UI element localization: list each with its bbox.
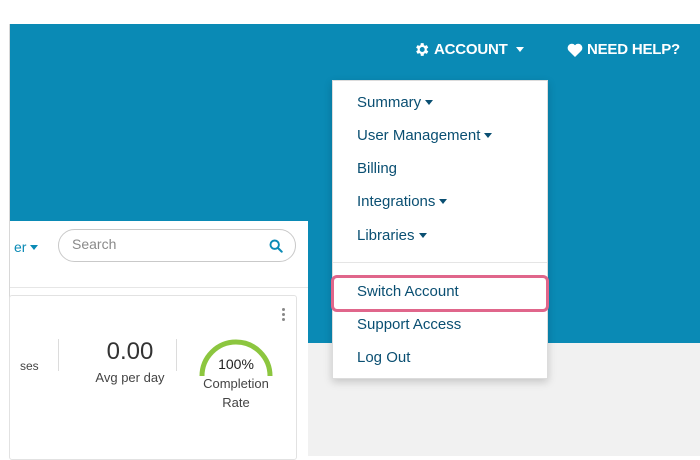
need-help-label: NEED HELP? xyxy=(587,41,681,58)
search-box[interactable] xyxy=(58,229,296,262)
menu-item-label: Support Access xyxy=(357,316,462,333)
heart-icon xyxy=(567,43,583,57)
menu-item-log-out[interactable]: Log Out xyxy=(357,349,410,366)
account-dropdown-menu: Summary User Management Billing Integrat… xyxy=(332,80,548,379)
search-icon[interactable] xyxy=(269,239,283,253)
more-options-icon[interactable] xyxy=(282,308,286,323)
menu-item-label: User Management xyxy=(357,127,481,144)
menu-item-label: Integrations xyxy=(357,193,436,210)
avg-per-day-label: Avg per day xyxy=(95,370,165,385)
menu-item-label: Billing xyxy=(357,160,398,177)
search-input[interactable] xyxy=(72,236,252,252)
menu-item-label: Log Out xyxy=(357,349,411,366)
divider xyxy=(58,339,59,371)
switch-account-highlight xyxy=(331,275,549,312)
divider xyxy=(10,287,308,288)
menu-item-label: Libraries xyxy=(357,227,415,244)
menu-item-support-access[interactable]: Support Access xyxy=(357,316,461,333)
avg-per-day-value: 0.00 xyxy=(106,338,154,365)
chevron-down-icon xyxy=(515,47,524,52)
need-help-link[interactable]: NEED HELP? xyxy=(567,41,680,58)
chevron-down-icon xyxy=(484,133,493,138)
divider xyxy=(176,339,177,371)
chevron-down-icon xyxy=(30,244,39,250)
chevron-down-icon xyxy=(425,100,434,105)
chevron-down-icon xyxy=(439,199,448,204)
menu-item-summary[interactable]: Summary xyxy=(357,94,434,111)
responses-label: ses xyxy=(20,359,39,373)
menu-item-user-management[interactable]: User Management xyxy=(357,127,493,144)
menu-item-integrations[interactable]: Integrations xyxy=(357,193,448,210)
completion-rate-value: 100% xyxy=(218,356,254,372)
filter-dropdown-label: er xyxy=(14,239,27,255)
menu-item-billing[interactable]: Billing xyxy=(357,160,397,177)
account-label: ACCOUNT xyxy=(434,41,508,58)
completion-rate-label: Completion Rate xyxy=(203,376,269,410)
chevron-down-icon xyxy=(418,233,427,238)
stats-card: ses 0.00 Avg per day 100% Completion Rat… xyxy=(9,295,297,460)
account-menu-toggle[interactable]: ACCOUNT xyxy=(413,41,524,58)
menu-item-label: Summary xyxy=(357,94,422,111)
menu-divider xyxy=(333,262,547,263)
filter-dropdown[interactable]: er xyxy=(14,239,39,255)
gear-icon xyxy=(416,43,429,56)
dashboard-panel: er ses 0.00 Avg per day 100% Completion … xyxy=(9,221,308,460)
menu-item-libraries[interactable]: Libraries xyxy=(357,227,427,244)
